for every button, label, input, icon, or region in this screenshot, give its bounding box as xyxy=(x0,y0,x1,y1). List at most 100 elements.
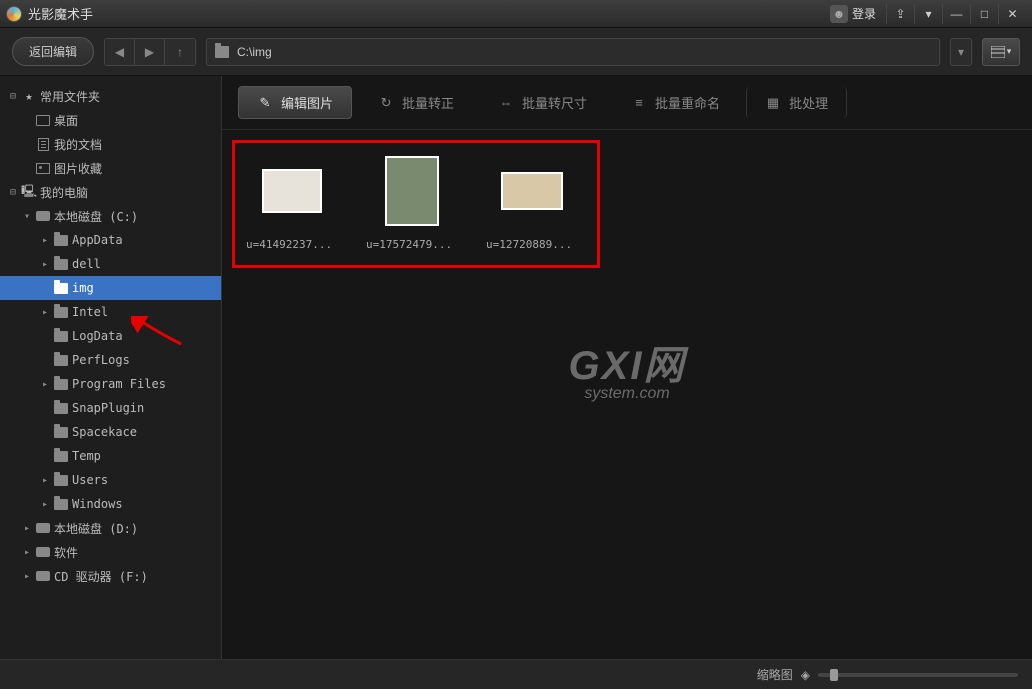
path-text: C:\img xyxy=(237,45,272,59)
folder-icon xyxy=(215,46,229,58)
rotate-icon: ↻ xyxy=(378,95,394,111)
thumbnail-image xyxy=(501,172,563,210)
batch-rotate-button[interactable]: ↻ 批量转正 xyxy=(360,87,472,118)
pictures-icon xyxy=(36,163,50,174)
tree-folder-appdata[interactable]: ▸AppData xyxy=(0,228,221,252)
tree-folder-windows[interactable]: ▸Windows xyxy=(0,492,221,516)
drive-icon xyxy=(36,523,50,533)
thumbnail-item[interactable]: u=17572479... xyxy=(366,156,458,251)
cd-icon xyxy=(36,571,50,581)
close-button[interactable]: ✕ xyxy=(998,4,1026,24)
folder-icon xyxy=(54,379,68,390)
favorites-icon: ★ xyxy=(20,89,38,103)
collapse-icon: ⊟ xyxy=(6,91,20,102)
batch-rename-button[interactable]: ≡ 批量重命名 xyxy=(613,87,738,118)
tree-mycomputer[interactable]: ⊟ 🖳 我的电脑 xyxy=(0,180,221,204)
tree-drive-cd[interactable]: ▸ CD 驱动器 (F:) xyxy=(0,564,221,588)
minimize-button[interactable]: — xyxy=(942,4,970,24)
user-icon: ☻ xyxy=(830,5,848,23)
drive-icon xyxy=(36,547,50,557)
folder-icon xyxy=(54,331,68,342)
expand-icon: ▸ xyxy=(20,523,34,534)
thumbnail-size-label: 缩略图 xyxy=(757,666,793,683)
thumb-size-slider[interactable] xyxy=(818,673,1018,677)
expand-icon: ▸ xyxy=(38,499,52,510)
rename-icon: ≡ xyxy=(631,95,647,111)
login-label: 登录 xyxy=(852,5,876,22)
collapse-icon: ▾ xyxy=(20,211,34,222)
navbar: 返回编辑 ◀ ▶ ↑ C:\img ▾ ▾ xyxy=(0,28,1032,76)
tree-folder-dell[interactable]: ▸dell xyxy=(0,252,221,276)
tree-drive-d[interactable]: ▸ 本地磁盘 (D:) xyxy=(0,516,221,540)
tree-folder-snapplugin[interactable]: SnapPlugin xyxy=(0,396,221,420)
thumbnail-caption: u=17572479... xyxy=(366,238,458,251)
document-icon xyxy=(38,138,49,151)
nav-back-button[interactable]: ◀ xyxy=(105,39,135,65)
tree-documents[interactable]: 我的文档 xyxy=(0,132,221,156)
expand-icon: ▸ xyxy=(38,235,52,246)
folder-icon xyxy=(54,283,68,294)
expand-icon: ▸ xyxy=(38,307,52,318)
settings-dropdown[interactable]: ▾ xyxy=(914,4,942,24)
folder-icon xyxy=(54,235,68,246)
batch-resize-button[interactable]: ⇔ 批量转尺寸 xyxy=(480,87,605,118)
desktop-icon xyxy=(36,115,50,126)
back-to-edit-button[interactable]: 返回编辑 xyxy=(12,37,94,66)
thumbnail-caption: u=41492237... xyxy=(246,238,338,251)
tree-folder-program-files[interactable]: ▸Program Files xyxy=(0,372,221,396)
path-dropdown[interactable]: ▾ xyxy=(950,38,972,66)
drive-icon xyxy=(36,211,50,221)
expand-icon: ▸ xyxy=(38,259,52,270)
nav-up-button[interactable]: ↑ xyxy=(165,39,195,65)
view-mode-button[interactable]: ▾ xyxy=(982,38,1020,66)
thumbnail-image xyxy=(385,156,439,226)
computer-icon: 🖳 xyxy=(20,182,38,203)
folder-icon xyxy=(54,403,68,414)
folder-icon xyxy=(54,307,68,318)
main-area: ⊟ ★ 常用文件夹 桌面 我的文档 图片收藏 ⊟ 🖳 我的电脑 ▾ 本地磁盘 ( xyxy=(0,76,1032,659)
batch-icon: ▦ xyxy=(765,95,781,111)
tree-pictures[interactable]: 图片收藏 xyxy=(0,156,221,180)
thumbnail-item[interactable]: u=41492237... xyxy=(246,156,338,251)
watermark-overlay: GXI网 system.com xyxy=(569,333,686,403)
tree-folder-logdata[interactable]: LogData xyxy=(0,324,221,348)
nav-button-group: ◀ ▶ ↑ xyxy=(104,38,196,66)
tree-folder-spacekace[interactable]: Spacekace xyxy=(0,420,221,444)
statusbar: 缩略图 ◈ xyxy=(0,659,1032,689)
titlebar: 光影魔术手 ☻ 登录 ⇪ ▾ — □ ✕ xyxy=(0,0,1032,28)
folder-icon xyxy=(54,451,68,462)
collapse-icon: ⊟ xyxy=(6,187,20,198)
content-pane: ✎ 编辑图片 ↻ 批量转正 ⇔ 批量转尺寸 ≡ 批量重命名 ▦ 批处理 u=41… xyxy=(222,76,1032,659)
tree-drive-soft[interactable]: ▸ 软件 xyxy=(0,540,221,564)
folder-tree: ⊟ ★ 常用文件夹 桌面 我的文档 图片收藏 ⊟ 🖳 我的电脑 ▾ 本地磁盘 ( xyxy=(0,76,222,659)
folder-icon xyxy=(54,355,68,366)
slider-knob[interactable] xyxy=(830,669,838,681)
tree-folder-users[interactable]: ▸Users xyxy=(0,468,221,492)
expand-icon: ▸ xyxy=(38,379,52,390)
shield-icon: ◈ xyxy=(801,668,810,682)
folder-icon xyxy=(54,427,68,438)
tree-desktop[interactable]: 桌面 xyxy=(0,108,221,132)
app-title: 光影魔术手 xyxy=(28,4,93,23)
resize-icon: ⇔ xyxy=(498,95,514,111)
expand-icon: ▸ xyxy=(20,571,34,582)
batch-process-button[interactable]: ▦ 批处理 xyxy=(746,87,847,118)
path-input[interactable]: C:\img xyxy=(206,38,940,66)
tree-folder-temp[interactable]: Temp xyxy=(0,444,221,468)
tree-drive-c[interactable]: ▾ 本地磁盘 (C:) xyxy=(0,204,221,228)
pin-button[interactable]: ⇪ xyxy=(886,4,914,24)
toolbar: ✎ 编辑图片 ↻ 批量转正 ⇔ 批量转尺寸 ≡ 批量重命名 ▦ 批处理 xyxy=(222,76,1032,130)
tree-folder-img[interactable]: img xyxy=(0,276,221,300)
app-icon xyxy=(6,6,22,22)
maximize-button[interactable]: □ xyxy=(970,4,998,24)
tree-favorites[interactable]: ⊟ ★ 常用文件夹 xyxy=(0,84,221,108)
thumbnail-item[interactable]: u=12720889... xyxy=(486,156,578,251)
tree-folder-intel[interactable]: ▸Intel xyxy=(0,300,221,324)
login-button[interactable]: ☻ 登录 xyxy=(830,5,876,23)
edit-image-button[interactable]: ✎ 编辑图片 xyxy=(238,86,352,119)
tree-folder-perflogs[interactable]: PerfLogs xyxy=(0,348,221,372)
thumbs-area[interactable]: u=41492237...u=17572479...u=12720889... … xyxy=(222,130,1032,659)
nav-forward-button[interactable]: ▶ xyxy=(135,39,165,65)
thumbnail-caption: u=12720889... xyxy=(486,238,578,251)
thumbnail-image xyxy=(262,169,322,213)
